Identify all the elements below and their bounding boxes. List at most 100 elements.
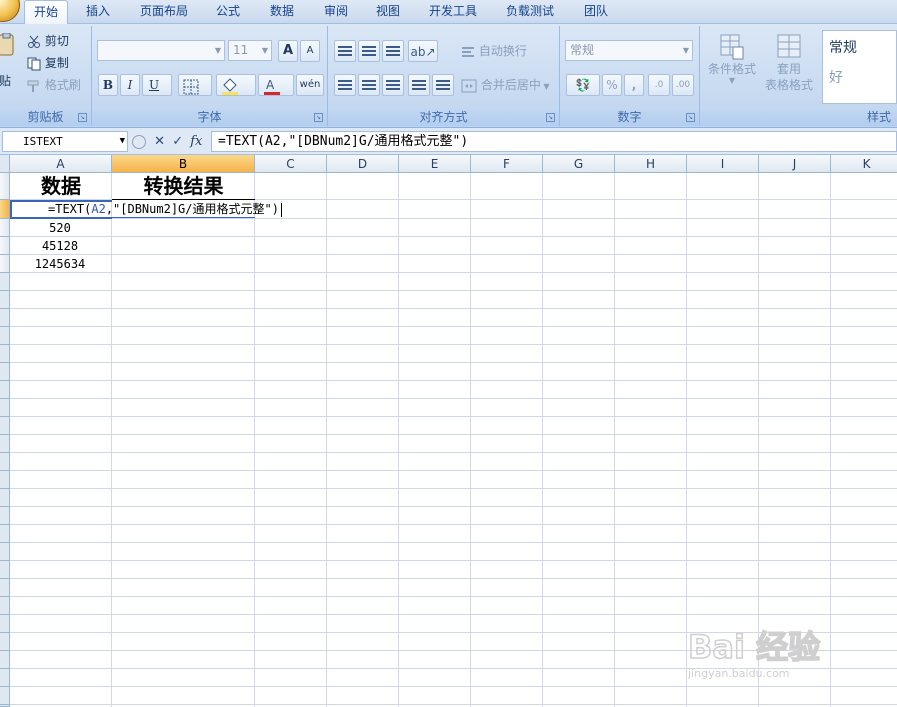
- font-size-select[interactable]: 11 ▼: [228, 40, 272, 61]
- align-right-icon: [386, 79, 400, 92]
- align-left-button[interactable]: [334, 74, 356, 96]
- column-header-g[interactable]: G: [543, 155, 615, 173]
- align-bottom-icon: [386, 45, 400, 58]
- cell-a4[interactable]: 45128: [18, 238, 102, 255]
- align-top-button[interactable]: [334, 40, 356, 62]
- expand-circle-icon[interactable]: [132, 134, 146, 149]
- copy-button[interactable]: 复制: [26, 52, 86, 74]
- column-header-a[interactable]: A: [10, 155, 112, 173]
- column-header-h[interactable]: H: [615, 155, 687, 173]
- column-header-i[interactable]: I: [687, 155, 759, 173]
- increase-indent-button[interactable]: [432, 74, 454, 96]
- align-right-button[interactable]: [382, 74, 404, 96]
- cell-a3[interactable]: 520: [18, 220, 102, 237]
- cancel-icon[interactable]: ✕: [154, 134, 165, 149]
- office-button[interactable]: [0, 0, 20, 22]
- cut-button[interactable]: 剪切: [26, 30, 86, 52]
- cell-a1[interactable]: 数据: [10, 173, 112, 200]
- tab-load-test[interactable]: 负载测试: [498, 0, 562, 24]
- format-painter-button[interactable]: 格式刷: [26, 74, 88, 96]
- align-top-icon: [338, 45, 352, 58]
- bold-button[interactable]: B: [98, 74, 118, 96]
- chevron-down-icon: ▼: [119, 136, 125, 146]
- tab-formulas[interactable]: 公式: [208, 0, 248, 24]
- style-good[interactable]: 好: [829, 67, 843, 87]
- column-header-c[interactable]: C: [255, 155, 327, 173]
- cell-a5[interactable]: 1245634: [18, 256, 102, 273]
- tab-data[interactable]: 数据: [262, 0, 302, 24]
- align-center-button[interactable]: [358, 74, 380, 96]
- format-painter-icon: [27, 80, 39, 92]
- text-caret: [280, 202, 282, 217]
- paste-button[interactable]: 贴: [0, 30, 18, 92]
- row-header-5[interactable]: [0, 255, 10, 273]
- cell-a2-editor[interactable]: =TEXT(A2,"[DBNum2]G/通用格式元整"): [48, 202, 282, 217]
- decrease-indent-button[interactable]: [408, 74, 430, 96]
- tab-view[interactable]: 视图: [368, 0, 408, 24]
- formula-input[interactable]: =TEXT(A2,"[DBNum2]G/通用格式元整"): [211, 131, 897, 152]
- wrap-text-label: 自动换行: [478, 44, 527, 58]
- borders-button[interactable]: [178, 74, 212, 96]
- number-launcher-icon[interactable]: ↘: [686, 113, 695, 122]
- alignment-launcher-icon[interactable]: ↘: [546, 113, 555, 122]
- accounting-format-button[interactable]: 💱: [566, 74, 600, 96]
- tab-page-layout[interactable]: 页面布局: [132, 0, 196, 24]
- column-header-e[interactable]: E: [399, 155, 471, 173]
- conditional-format-button[interactable]: 条件格式 ▼: [704, 30, 760, 102]
- font-name-select[interactable]: ▼: [97, 40, 225, 61]
- clipboard-launcher-icon[interactable]: ↘: [78, 113, 87, 122]
- font-group-label: 字体: [92, 108, 327, 126]
- enter-check-icon[interactable]: ✓: [172, 134, 183, 149]
- increase-decimal-button[interactable]: .0: [648, 74, 670, 96]
- select-all-corner[interactable]: [0, 155, 10, 173]
- column-header-j[interactable]: J: [759, 155, 831, 173]
- edit-formula-prefix: =TEXT(: [48, 202, 92, 216]
- tab-home[interactable]: 开始: [24, 0, 68, 25]
- font-launcher-icon[interactable]: ↘: [314, 113, 323, 122]
- column-header-k[interactable]: K: [831, 155, 897, 173]
- increase-decimal-icon: .0: [654, 80, 664, 90]
- column-header-d[interactable]: D: [327, 155, 399, 173]
- tab-review[interactable]: 审阅: [316, 0, 356, 24]
- font-color-button[interactable]: A: [258, 74, 294, 96]
- chevron-down-icon: ▼: [261, 46, 268, 55]
- column-header-b[interactable]: B: [112, 155, 255, 173]
- row-header-3[interactable]: [0, 219, 10, 237]
- row-header-4[interactable]: [0, 237, 10, 255]
- tab-team[interactable]: 团队: [576, 0, 616, 24]
- orientation-button[interactable]: ab↗: [408, 40, 438, 62]
- comma-button[interactable]: ,: [624, 74, 644, 96]
- formula-bar: ISTEXT ▼ ✕ ✓ fx =TEXT(A2,"[DBNum2]G/通用格式…: [0, 128, 897, 155]
- cell-b1[interactable]: 转换结果: [112, 173, 255, 200]
- formula-controls: ✕ ✓ fx: [132, 131, 208, 152]
- row-header-1[interactable]: [0, 173, 10, 200]
- shrink-font-button[interactable]: A: [300, 40, 320, 62]
- style-normal[interactable]: 常规: [829, 37, 857, 57]
- format-as-table-button[interactable]: 套用 表格格式: [760, 30, 818, 102]
- align-middle-icon: [362, 45, 376, 58]
- row-header-2[interactable]: [0, 200, 10, 219]
- align-middle-button[interactable]: [358, 40, 380, 62]
- merge-center-button[interactable]: 合并后居中 ▼: [460, 74, 558, 96]
- tab-insert[interactable]: 插入: [78, 0, 118, 24]
- phonetic-button[interactable]: wén: [296, 74, 324, 96]
- ribbon-tab-bar: 开始 插入 页面布局 公式 数据 审阅 视图 开发工具 负载测试 团队: [0, 0, 897, 25]
- svg-text:A: A: [266, 78, 275, 92]
- percent-button[interactable]: %: [602, 74, 622, 96]
- wrap-text-button[interactable]: 自动换行: [460, 40, 556, 62]
- borders-icon: [183, 79, 199, 94]
- tab-developer[interactable]: 开发工具: [422, 0, 484, 24]
- decrease-decimal-button[interactable]: .00: [672, 74, 694, 96]
- baidu-watermark: Bai 经验 jingyan.baidu.com: [687, 627, 848, 680]
- grow-font-button[interactable]: A: [278, 40, 298, 62]
- fill-color-button[interactable]: [216, 74, 256, 96]
- name-box[interactable]: ISTEXT ▼: [2, 131, 128, 152]
- column-header-f[interactable]: F: [471, 155, 543, 173]
- align-bottom-button[interactable]: [382, 40, 404, 62]
- conditional-format-icon: [720, 34, 744, 60]
- number-format-select[interactable]: 常规 ▼: [565, 40, 693, 61]
- paste-icon: [0, 33, 14, 56]
- italic-button[interactable]: I: [120, 74, 140, 96]
- underline-button[interactable]: U: [142, 74, 172, 96]
- insert-function-icon[interactable]: fx: [190, 134, 202, 149]
